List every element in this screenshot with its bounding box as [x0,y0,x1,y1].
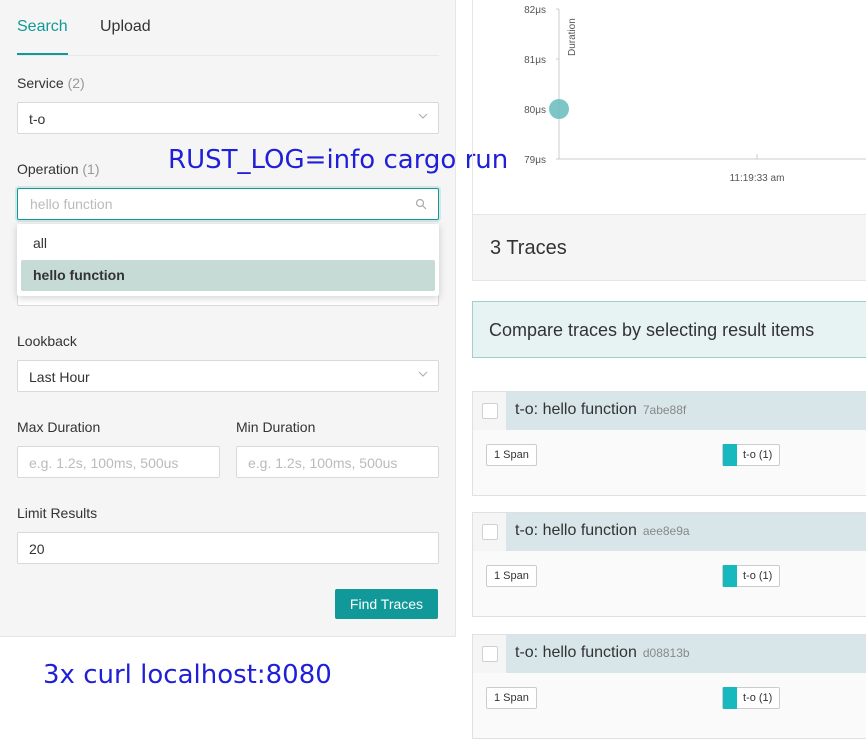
y-tick-label: 80μs [524,105,546,116]
max-duration-label: Max Duration [17,419,101,435]
chevron-down-icon [418,371,428,377]
trace-select-checkbox[interactable] [482,524,498,540]
search-panel: Search Upload Service (2) t-o Operation … [0,0,456,637]
service-color-swatch [723,444,737,466]
service-badge: t-o (1) [722,565,781,587]
y-tick-label: 82μs [524,5,546,16]
trace-item[interactable]: t-o: hello function d08813b 1 Span t-o (1… [472,634,866,739]
lookback-select-value: Last Hour [29,369,90,385]
find-traces-button[interactable]: Find Traces [335,589,438,619]
x-tick-label: 11:19:33 am [730,173,785,184]
search-tabs: Search Upload [17,0,439,56]
trace-item[interactable]: t-o: hello function aee8e9a 1 Span t-o (1… [472,512,866,617]
service-color-swatch [723,687,737,709]
dropdown-option-hello-function[interactable]: hello function [21,260,435,291]
trace-point [549,99,569,119]
limit-results-input[interactable]: 20 [17,532,439,564]
service-color-swatch [723,565,737,587]
tab-search[interactable]: Search [17,18,68,36]
trace-header[interactable]: t-o: hello function aee8e9a [473,513,866,551]
traces-count: 3 Traces [490,237,567,259]
service-badge: t-o (1) [722,687,781,709]
operation-search-input[interactable]: hello function [17,188,439,220]
active-tab-indicator [17,53,68,55]
min-duration-input[interactable]: e.g. 1.2s, 100ms, 500us [236,446,439,478]
operation-label: Operation (1) [17,161,100,177]
min-duration-label: Min Duration [236,419,316,435]
search-icon [415,198,427,210]
trace-header[interactable]: t-o: hello function 7abe88f [473,392,866,430]
trace-title[interactable]: t-o: hello function d08813b [515,644,690,662]
chevron-down-icon [418,113,428,119]
chart-svg: 82μs 81μs 80μs 79μs 11:19:33 am Duration [524,5,866,184]
trace-id: 7abe88f [642,403,687,417]
service-label: Service (2) [17,75,85,91]
duration-scatter-chart: 82μs 81μs 80μs 79μs 11:19:33 am Duration [472,0,866,215]
compare-text: Compare traces by selecting result items [489,320,815,340]
traces-count-bar: 3 Traces [472,215,866,281]
trace-select-checkbox[interactable] [482,403,498,419]
annotation-command: RUST_LOG=info cargo run [168,145,509,175]
trace-title[interactable]: t-o: hello function 7abe88f [515,401,686,419]
trace-header[interactable]: t-o: hello function d08813b [473,635,866,673]
y-tick-label: 81μs [524,55,546,66]
dropdown-option-all[interactable]: all [21,228,435,259]
y-tick-label: 79μs [524,155,546,166]
trace-item[interactable]: t-o: hello function 7abe88f 1 Span t-o (1… [472,391,866,496]
lookback-label: Lookback [17,333,77,349]
trace-select-checkbox[interactable] [482,646,498,662]
span-count-badge: 1 Span [486,565,537,587]
operation-placeholder: hello function [30,196,113,212]
limit-results-label: Limit Results [17,505,98,521]
y-axis-label: Duration [567,18,578,56]
service-select-value: t-o [29,111,46,127]
service-select[interactable]: t-o [17,102,439,134]
trace-id: aee8e9a [642,524,690,538]
compare-banner: Compare traces by selecting result items [472,301,866,358]
span-count-badge: 1 Span [486,444,537,466]
lookback-select[interactable]: Last Hour [17,360,439,392]
span-count-badge: 1 Span [486,687,537,709]
service-badge: t-o (1) [722,444,781,466]
operation-dropdown: all hello function [17,224,439,296]
tab-upload[interactable]: Upload [100,18,151,36]
trace-title[interactable]: t-o: hello function aee8e9a [515,522,690,540]
trace-id: d08813b [642,646,690,660]
max-duration-input[interactable]: e.g. 1.2s, 100ms, 500us [17,446,220,478]
annotation-curl: 3x curl localhost:8080 [43,660,332,690]
